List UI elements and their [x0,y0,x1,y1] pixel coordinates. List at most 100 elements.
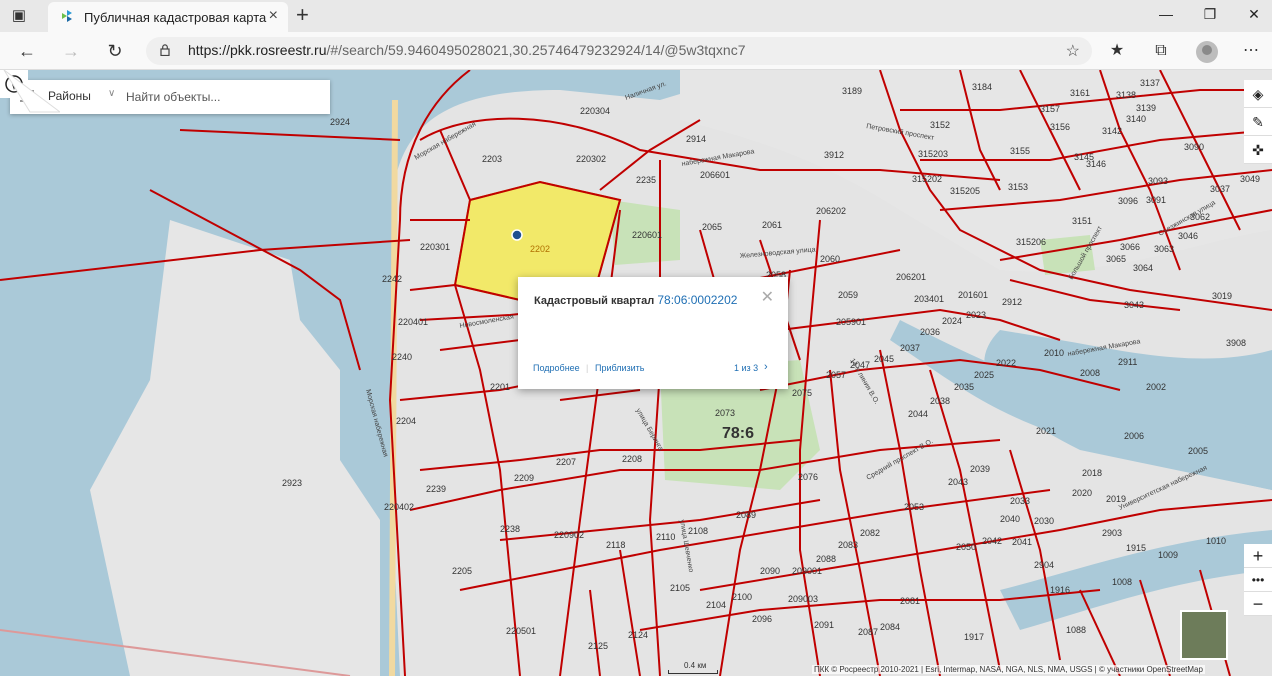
map-label: 2057 [826,370,846,380]
url-field[interactable]: https://pkk.rosreestr.ru/#/search/59.946… [146,37,1092,65]
map-label: 2023 [966,310,986,320]
map-label: 220301 [420,242,450,252]
map-label: 2018 [1082,468,1102,478]
map-label: 2087 [858,627,878,637]
map-label: 3161 [1070,88,1090,98]
map-label: 2205 [452,566,472,576]
quarter-info-popup: Кадастровый квартал 78:06:0002202 ✕ Подр… [518,277,788,389]
zoom-out-button[interactable]: − [1244,592,1272,616]
map-label: 2104 [706,600,726,610]
map-label: 2238 [500,524,520,534]
search-input[interactable] [126,86,296,108]
rosreestr-favicon-icon [62,10,72,22]
details-link[interactable]: Подробнее [533,363,580,373]
map-label: 205901 [836,317,866,327]
forward-icon[interactable]: → [60,40,82,62]
map-label: 2022 [996,358,1016,368]
map-label: 3184 [972,82,992,92]
region-label: 78:6 [722,425,754,442]
layers-icon[interactable]: ◈ [1244,80,1272,108]
map-label: 2038 [930,396,950,406]
lock-icon [160,44,170,56]
map-label: 2010 [1044,348,1064,358]
map-label: 3140 [1126,114,1146,124]
zoom-to-link[interactable]: Приблизить [595,363,645,373]
map-label: 201601 [958,290,988,300]
map-label: 2209 [514,473,534,483]
map-attribution: ПКК © Росреестр 2010-2021 | Esri, Interm… [812,665,1205,674]
map-label: 2073 [715,408,735,418]
basemap-toggle[interactable] [1180,610,1228,660]
more-icon[interactable]: ⋯ [1240,40,1262,62]
map-label: 2089 [736,510,756,520]
map-label: 3138 [1116,90,1136,100]
ruler-icon[interactable]: ✎ [1244,108,1272,136]
map-label: 2235 [636,175,656,185]
map-label: 2240 [392,352,412,362]
map-label: 209001 [792,566,822,576]
map-label: 2033 [1010,496,1030,506]
zoom-controls: + ••• − [1244,544,1272,616]
map-label: 3063 [1154,244,1174,254]
profile-icon[interactable] [1196,41,1218,63]
map-label: 2118 [606,540,625,550]
map-label: 3037 [1210,184,1230,194]
maximize-icon[interactable]: ❐ [1200,6,1220,23]
url-text: https://pkk.rosreestr.ru/#/search/59.946… [188,42,746,58]
map-label: 2924 [330,117,350,127]
tab-actions-icon[interactable]: ▣ [8,6,30,26]
map-label: 220304 [580,106,610,116]
map-label: 3153 [1008,182,1028,192]
map-label: 3908 [1226,338,1246,348]
map-label: 2020 [1072,488,1092,498]
minimize-icon[interactable]: — [1156,6,1176,22]
browser-tab[interactable]: Публичная кадастровая карта × [48,2,288,32]
map-label: 3046 [1178,231,1198,241]
map-label: 1010 [1206,536,1226,546]
cadastral-map[interactable]: 78:6 2202 2203 220302 220304 2914 2235 2… [0,70,1272,676]
map-label: 206601 [700,170,730,180]
zoom-in-button[interactable]: + [1244,544,1272,568]
new-tab-icon[interactable]: + [296,4,309,26]
map-label: 2911 [1118,357,1137,367]
map-label: 2059 [838,290,858,300]
crosshair-icon[interactable]: ✜ [1244,136,1272,164]
chevron-down-icon[interactable]: ∨ [108,88,115,99]
map-label: 2076 [798,472,818,482]
more-icon[interactable]: ••• [1244,568,1272,592]
favorites-icon[interactable]: ★ [1106,40,1128,62]
map-label: 315203 [918,149,948,159]
map-label: 3065 [1106,254,1126,264]
map-label: 3146 [1086,159,1106,169]
close-icon[interactable]: × [269,7,278,25]
chevron-right-icon[interactable]: › [764,361,768,373]
browser-tab-bar: ▣ Публичная кадастровая карта × + — ❐ ✕ [0,0,1272,32]
collections-icon[interactable]: ⧉ [1150,40,1172,62]
road [389,99,398,676]
popup-title: Кадастровый квартал 78:06:0002202 [534,293,737,307]
location-marker-icon[interactable] [511,229,523,241]
window-close-icon[interactable]: ✕ [1244,6,1264,23]
map-label: 3152 [930,120,950,130]
map-label: 2084 [880,622,900,632]
close-icon[interactable]: ✕ [761,287,774,307]
map-label: 2912 [1002,297,1022,307]
map-label: 220302 [576,154,606,164]
add-favorite-icon[interactable]: ☆ [1066,41,1080,61]
cadastral-number-link[interactable]: 78:06:0002202 [657,293,737,307]
map-label: 220501 [506,626,536,636]
scale-bar [668,670,718,674]
map-label: 209003 [788,594,818,604]
map-label: 3019 [1212,291,1232,301]
map-label: 1009 [1158,550,1178,560]
map-label: 206202 [816,206,846,216]
refresh-icon[interactable]: ↻ [104,40,126,62]
map-label: 1915 [1126,543,1146,553]
map-label: 2030 [1034,516,1054,526]
map-label: 2005 [1188,446,1208,456]
page-counter: 1 из 3 [734,363,759,373]
map-label: 2037 [900,343,920,353]
back-icon[interactable]: ← [16,40,38,62]
map-label: 2208 [622,454,642,464]
map-label: 2090 [760,566,780,576]
